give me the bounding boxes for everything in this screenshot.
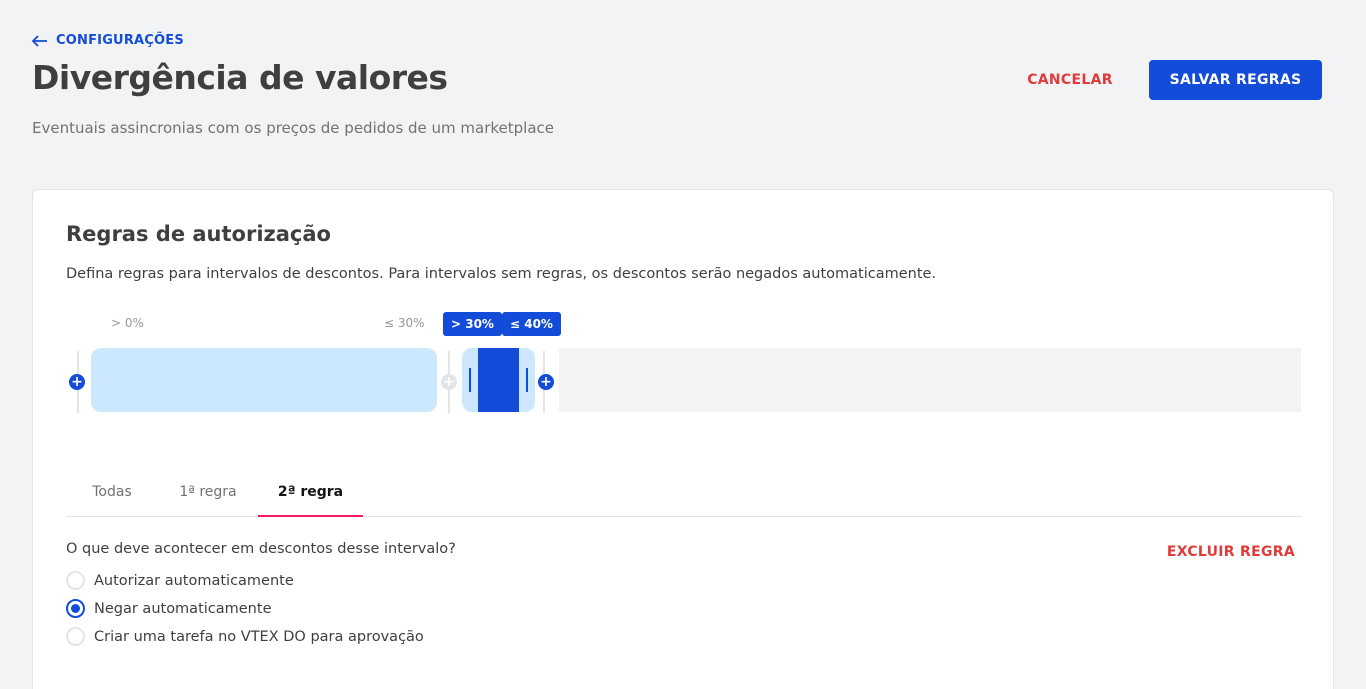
range-segment-2[interactable] [462, 348, 535, 412]
card-title: Regras de autorização [66, 222, 331, 246]
delete-rule-button[interactable]: EXCLUIR REGRA [1145, 540, 1295, 564]
rule-tabs: Todas 1ª regra 2ª regra [66, 473, 1302, 517]
page-subtitle: Eventuais assincronias com os preços de … [32, 119, 555, 137]
card-description: Defina regras para intervalos de descont… [66, 266, 937, 282]
radio-authorize[interactable] [66, 571, 85, 590]
back-link-label: CONFIGURAÇÕES [56, 33, 184, 48]
cancel-button[interactable]: CANCELAR [1012, 60, 1128, 100]
add-range-between-icon: + [441, 374, 457, 390]
option-deny-label: Negar automaticamente [94, 600, 272, 617]
rule-question: O que deve acontecer em descontos desse … [66, 541, 456, 557]
authorization-rules-card: Regras de autorização Defina regras para… [32, 189, 1334, 689]
tab-rule-2[interactable]: 2ª regra [258, 473, 363, 517]
arrow-left-icon [32, 34, 47, 47]
add-range-before-icon[interactable]: + [69, 374, 85, 390]
option-authorize-label: Autorizar automaticamente [94, 572, 294, 589]
range-1-max-label: ≤ 30% [384, 316, 425, 330]
option-authorize[interactable]: Autorizar automaticamente [66, 571, 294, 590]
range-1-min-label: > 0% [111, 316, 144, 330]
back-link[interactable]: CONFIGURAÇÕES [32, 33, 184, 48]
tab-rule-1[interactable]: 1ª regra [158, 473, 258, 517]
range-segment-1[interactable] [91, 348, 437, 412]
radio-deny[interactable] [66, 599, 85, 618]
range-2-max-tag: ≤ 40% [502, 312, 561, 336]
add-range-after-icon[interactable]: + [538, 374, 554, 390]
range-2-min-tag: > 30% [443, 312, 502, 336]
range-segment-2-fill [478, 348, 519, 412]
save-rules-button[interactable]: SALVAR REGRAS [1149, 60, 1322, 100]
page-title: Divergência de valores [32, 58, 448, 97]
radio-create-task[interactable] [66, 627, 85, 646]
range-start-handle[interactable] [469, 368, 471, 392]
option-create-task-label: Criar uma tarefa no VTEX DO para aprovaç… [94, 628, 424, 645]
range-end-handle[interactable] [526, 368, 528, 392]
option-create-task[interactable]: Criar uma tarefa no VTEX DO para aprovaç… [66, 627, 424, 646]
option-deny[interactable]: Negar automaticamente [66, 599, 271, 618]
tab-todas[interactable]: Todas [66, 473, 158, 517]
range-empty-area [559, 348, 1301, 412]
